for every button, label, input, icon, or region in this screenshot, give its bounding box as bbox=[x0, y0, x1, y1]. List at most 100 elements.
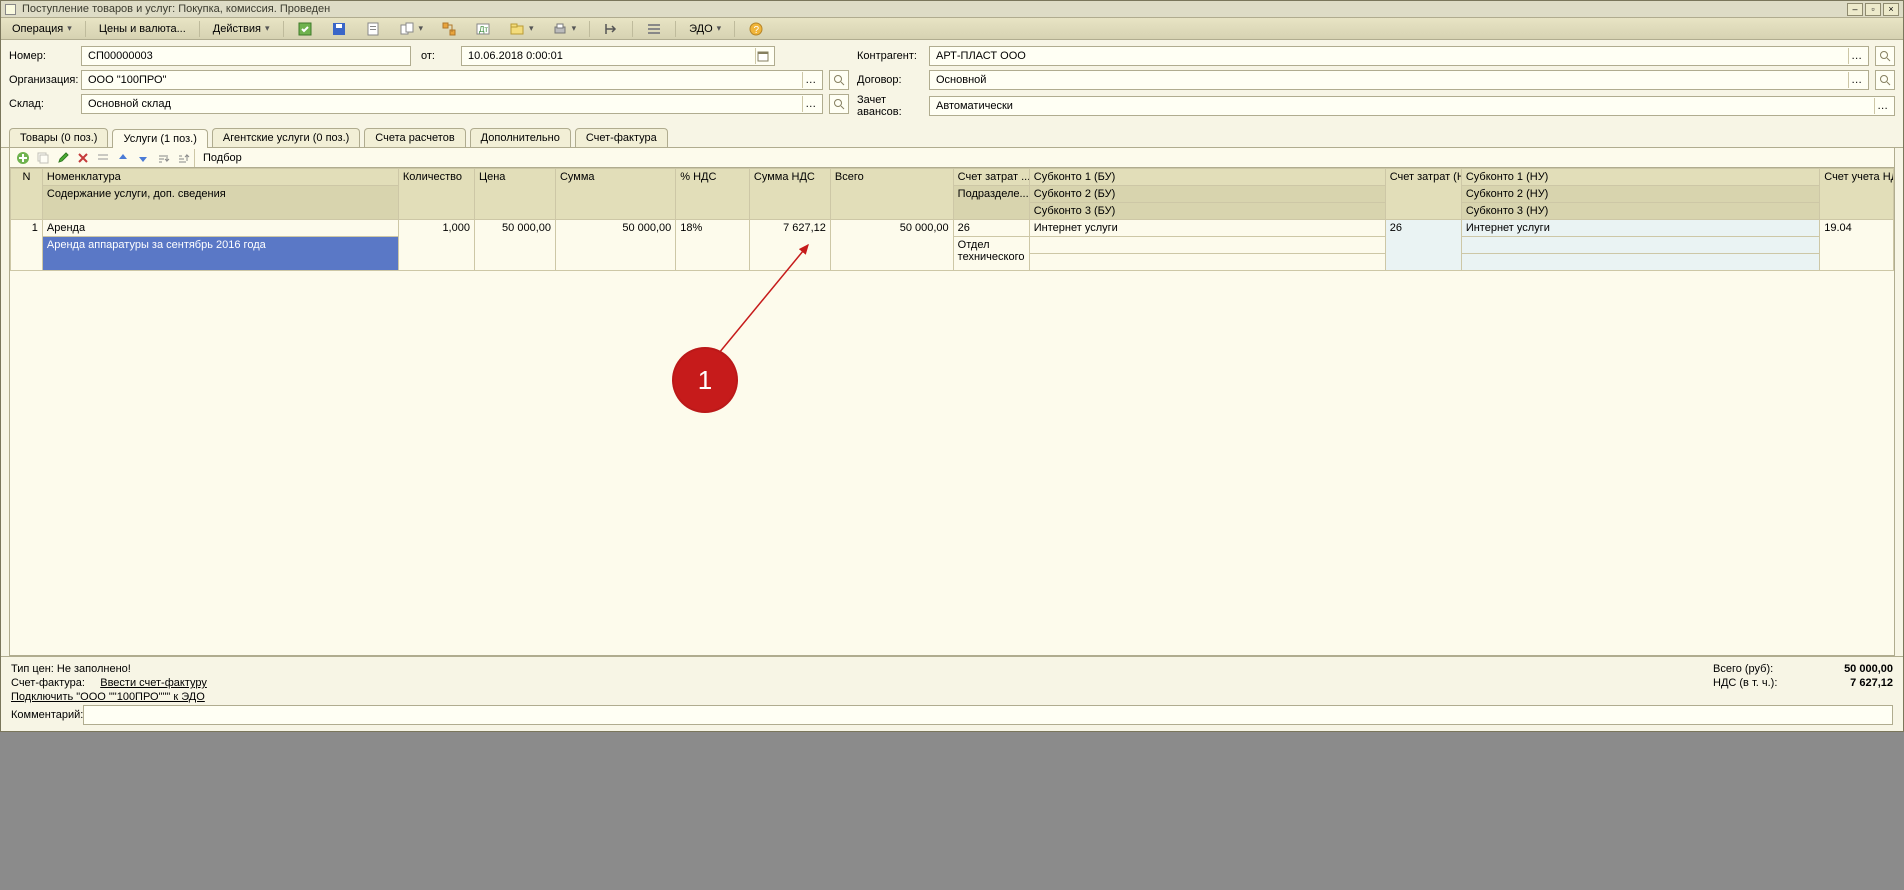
post-document-button[interactable] bbox=[290, 20, 320, 38]
copy-row-button[interactable] bbox=[34, 149, 52, 167]
save-button[interactable] bbox=[324, 20, 354, 38]
cell-sub1nu[interactable]: Интернет услуги bbox=[1461, 220, 1819, 237]
edo-menu[interactable]: ЭДО▾ bbox=[682, 20, 728, 38]
tab-goods[interactable]: Товары (0 поз.) bbox=[9, 128, 108, 147]
cell-sub2nu[interactable] bbox=[1461, 237, 1819, 254]
cell-vatsum[interactable]: 7 627,12 bbox=[749, 220, 830, 271]
go-to-button[interactable] bbox=[596, 20, 626, 38]
cell-nom-sub[interactable]: Аренда аппаратуры за сентябрь 2016 года bbox=[42, 237, 398, 271]
tab-services[interactable]: Услуги (1 поз.) bbox=[112, 129, 207, 148]
cell-nom[interactable]: Аренда bbox=[42, 220, 398, 237]
services-grid[interactable]: N Номенклатура Количество Цена Сумма % Н… bbox=[10, 168, 1894, 655]
select-dots-icon[interactable]: … bbox=[1848, 72, 1864, 88]
transactions-button[interactable]: Дт bbox=[468, 20, 498, 38]
org-input[interactable] bbox=[86, 73, 798, 87]
col-acc2[interactable]: Счет затрат (НУ) bbox=[1385, 169, 1461, 220]
col-vatsum[interactable]: Сумма НДС bbox=[749, 169, 830, 220]
tab-additional[interactable]: Дополнительно bbox=[470, 128, 571, 147]
connect-edo-link[interactable]: Подключить "ООО ""100ПРО""" к ЭДО bbox=[11, 691, 205, 703]
warehouse-field[interactable]: … bbox=[81, 94, 823, 114]
date-field[interactable] bbox=[461, 46, 775, 66]
create-invoice-link[interactable]: Ввести счет-фактуру bbox=[100, 677, 207, 689]
warehouse-input[interactable] bbox=[86, 97, 798, 111]
col-n[interactable]: N bbox=[11, 169, 43, 220]
select-dots-icon[interactable]: … bbox=[802, 96, 818, 112]
col-sub2nu[interactable]: Субконто 2 (НУ) bbox=[1461, 186, 1819, 203]
cell-acc2[interactable]: 26 bbox=[1385, 220, 1461, 271]
report-button[interactable] bbox=[358, 20, 388, 38]
select-dots-icon[interactable]: … bbox=[802, 72, 818, 88]
col-vatacc[interactable]: Счет учета НДС bbox=[1820, 169, 1894, 220]
tab-invoice[interactable]: Счет-фактура bbox=[575, 128, 668, 147]
move-up-button[interactable] bbox=[114, 149, 132, 167]
selection-button[interactable]: Подбор bbox=[194, 149, 250, 167]
select-dots-icon[interactable]: … bbox=[1848, 48, 1864, 64]
cell-sub3bu[interactable] bbox=[1029, 254, 1385, 271]
date-input[interactable] bbox=[466, 49, 751, 63]
sort-desc-button[interactable] bbox=[174, 149, 192, 167]
partner-input[interactable] bbox=[934, 49, 1844, 63]
add-row-button[interactable] bbox=[14, 149, 32, 167]
partner-open-button[interactable] bbox=[1875, 46, 1895, 66]
col-vatp[interactable]: % НДС bbox=[676, 169, 750, 220]
col-qty[interactable]: Количество bbox=[398, 169, 474, 220]
cell-vatp[interactable]: 18% bbox=[676, 220, 750, 271]
cell-total[interactable]: 50 000,00 bbox=[830, 220, 953, 271]
org-field[interactable]: … bbox=[81, 70, 823, 90]
cell-acc1[interactable]: 26 bbox=[953, 220, 1029, 237]
number-input[interactable] bbox=[86, 49, 406, 63]
col-sub3bu[interactable]: Субконто 3 (БУ) bbox=[1029, 203, 1385, 220]
cell-sub2bu[interactable] bbox=[1029, 237, 1385, 254]
advance-input[interactable] bbox=[934, 99, 1870, 113]
cell-price[interactable]: 50 000,00 bbox=[474, 220, 555, 271]
move-down-button[interactable] bbox=[134, 149, 152, 167]
col-sub1nu[interactable]: Субконто 1 (НУ) bbox=[1461, 169, 1819, 186]
col-acc1-sub[interactable]: Подразделе... затрат bbox=[953, 186, 1029, 220]
col-nomenclature-sub[interactable]: Содержание услуги, доп. сведения bbox=[42, 186, 398, 220]
based-on-button[interactable]: ▾ bbox=[392, 20, 431, 38]
advance-field[interactable]: … bbox=[929, 96, 1895, 116]
contract-field[interactable]: … bbox=[929, 70, 1869, 90]
cell-sub1bu[interactable]: Интернет услуги bbox=[1029, 220, 1385, 237]
delete-row-button[interactable] bbox=[74, 149, 92, 167]
tab-agent-services[interactable]: Агентские услуги (0 поз.) bbox=[212, 128, 360, 147]
window-minimize-button[interactable]: – bbox=[1847, 3, 1863, 16]
tab-accounts[interactable]: Счета расчетов bbox=[364, 128, 465, 147]
print-button[interactable]: ▾ bbox=[545, 20, 584, 38]
window-maximize-button[interactable]: ▫ bbox=[1865, 3, 1881, 16]
cell-vatacc[interactable]: 19.04 bbox=[1820, 220, 1894, 271]
number-field[interactable] bbox=[81, 46, 411, 66]
col-price[interactable]: Цена bbox=[474, 169, 555, 220]
prices-currency-button[interactable]: Цены и валюта... bbox=[92, 20, 193, 38]
partner-field[interactable]: … bbox=[929, 46, 1869, 66]
actions-menu[interactable]: Действия▾ bbox=[206, 20, 277, 38]
cell-acc1-sub[interactable]: Отдел технического bbox=[953, 237, 1029, 271]
window-close-button[interactable]: × bbox=[1883, 3, 1899, 16]
cell-sum[interactable]: 50 000,00 bbox=[555, 220, 675, 271]
help-button[interactable]: ? bbox=[741, 20, 771, 38]
operation-menu[interactable]: Операция▾ bbox=[5, 20, 79, 38]
col-nomenclature[interactable]: Номенклатура bbox=[42, 169, 398, 186]
col-sub3nu[interactable]: Субконто 3 (НУ) bbox=[1461, 203, 1819, 220]
warehouse-open-button[interactable] bbox=[829, 94, 849, 114]
select-dots-icon[interactable]: … bbox=[1874, 98, 1890, 114]
comment-field[interactable] bbox=[83, 705, 1893, 725]
table-row[interactable]: 1 Аренда 1,000 50 000,00 50 000,00 18% 7… bbox=[11, 220, 1894, 237]
col-total[interactable]: Всего bbox=[830, 169, 953, 220]
contract-input[interactable] bbox=[934, 73, 1844, 87]
row-settings-button[interactable] bbox=[94, 149, 112, 167]
col-sub1bu[interactable]: Субконто 1 (БУ) bbox=[1029, 169, 1385, 186]
structure-button[interactable] bbox=[434, 20, 464, 38]
cell-n[interactable]: 1 bbox=[11, 220, 43, 271]
files-button[interactable]: ▾ bbox=[502, 20, 541, 38]
list-settings-button[interactable] bbox=[639, 20, 669, 38]
cell-sub3nu[interactable] bbox=[1461, 254, 1819, 271]
col-acc1[interactable]: Счет затрат ... bbox=[953, 169, 1029, 186]
org-open-button[interactable] bbox=[829, 70, 849, 90]
comment-input[interactable] bbox=[88, 708, 1888, 722]
col-sub2bu[interactable]: Субконто 2 (БУ) bbox=[1029, 186, 1385, 203]
calendar-icon[interactable] bbox=[755, 48, 770, 64]
edit-row-button[interactable] bbox=[54, 149, 72, 167]
contract-open-button[interactable] bbox=[1875, 70, 1895, 90]
col-sum[interactable]: Сумма bbox=[555, 169, 675, 220]
